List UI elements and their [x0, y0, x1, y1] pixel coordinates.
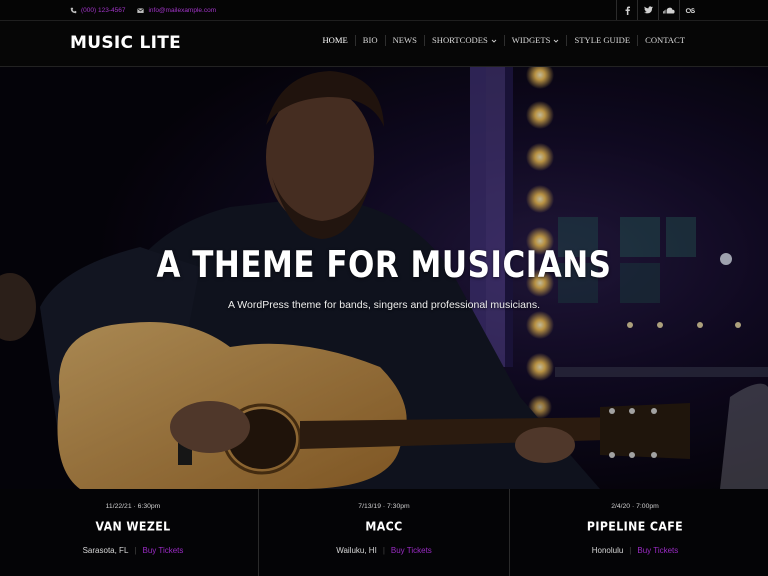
- phone-icon: [70, 7, 77, 14]
- nav-item-label: NEWS: [392, 35, 417, 45]
- nav-item-home[interactable]: HOME: [315, 35, 354, 46]
- chevron-down-icon: [491, 38, 497, 44]
- separator: |: [629, 546, 632, 555]
- main-nav: HOME BIO NEWS SHORTCODES WIDGETS STYLE G…: [315, 35, 692, 46]
- event-city: Sarasota, FL: [82, 546, 129, 555]
- top-bar: (000) 123-4567 info@mailexample.com: [0, 0, 768, 21]
- envelope-icon: [137, 7, 145, 14]
- event-venue: PIPELINE CAFE: [586, 519, 684, 534]
- email-text: info@mailexample.com: [148, 6, 217, 14]
- facebook-link[interactable]: [616, 0, 637, 20]
- nav-item-label: SHORTCODES: [431, 35, 488, 45]
- event-venue: VAN WEZEL: [95, 519, 171, 534]
- site-header: MUSIC LITE HOME BIO NEWS SHORTCODES WIDG…: [0, 21, 768, 67]
- event-date: 2/4/20 · 7:00pm: [611, 503, 659, 510]
- nav-item-widgets[interactable]: WIDGETS: [503, 35, 567, 46]
- event-card: 2/4/20 · 7:00pm PIPELINE CAFE Honolulu |…: [509, 489, 760, 576]
- nav-item-label: BIO: [362, 35, 378, 45]
- nav-item-news[interactable]: NEWS: [384, 35, 424, 46]
- event-date: 11/22/21 · 6:30pm: [105, 503, 161, 510]
- separator: |: [382, 546, 385, 555]
- nav-item-label: CONTACT: [645, 35, 685, 45]
- hero-title: A THEME FOR MUSICIANS: [156, 243, 612, 287]
- twitter-link[interactable]: [637, 0, 658, 20]
- phone-text: (000) 123-4567: [81, 6, 126, 14]
- event-card: 7/13/19 · 7:30pm MACC Wailuku, HI | Buy …: [258, 489, 509, 576]
- nav-item-label: HOME: [322, 35, 348, 45]
- twitter-icon: [643, 6, 653, 14]
- hero-subtitle: A WordPress theme for bands, singers and…: [227, 299, 541, 311]
- soundcloud-link[interactable]: [658, 0, 679, 20]
- hero-banner: A THEME FOR MUSICIANS A WordPress theme …: [0, 67, 768, 489]
- buy-tickets-link[interactable]: Buy Tickets: [391, 546, 432, 555]
- buy-tickets-link[interactable]: Buy Tickets: [637, 546, 678, 555]
- buy-tickets-link[interactable]: Buy Tickets: [142, 546, 183, 555]
- event-city: Honolulu: [591, 546, 624, 555]
- lastfm-icon: [685, 7, 696, 14]
- soundcloud-icon: [663, 7, 675, 14]
- nav-item-label: STYLE GUIDE: [574, 35, 631, 45]
- separator: |: [134, 546, 137, 555]
- event-venue: MACC: [365, 519, 403, 534]
- phone-contact[interactable]: (000) 123-4567: [70, 7, 125, 14]
- facebook-icon: [624, 6, 631, 15]
- nav-item-label: WIDGETS: [511, 35, 551, 45]
- site-logo[interactable]: MUSIC LITE: [70, 33, 181, 53]
- nav-item-bio[interactable]: BIO: [354, 35, 385, 46]
- nav-item-contact[interactable]: CONTACT: [637, 35, 692, 46]
- email-contact[interactable]: info@mailexample.com: [137, 7, 216, 14]
- upcoming-events: 11/22/21 · 6:30pm VAN WEZEL Sarasota, FL…: [0, 489, 768, 576]
- chevron-down-icon: [553, 38, 559, 44]
- nav-item-shortcodes[interactable]: SHORTCODES: [423, 35, 504, 46]
- event-date: 7/13/19 · 7:30pm: [358, 503, 410, 510]
- lastfm-link[interactable]: [679, 0, 700, 20]
- contact-info: (000) 123-4567 info@mailexample.com: [70, 4, 216, 16]
- event-card: 11/22/21 · 6:30pm VAN WEZEL Sarasota, FL…: [8, 489, 258, 576]
- event-city: Wailuku, HI: [336, 546, 377, 555]
- nav-item-style-guide[interactable]: STYLE GUIDE: [566, 35, 637, 46]
- social-links: [616, 0, 700, 20]
